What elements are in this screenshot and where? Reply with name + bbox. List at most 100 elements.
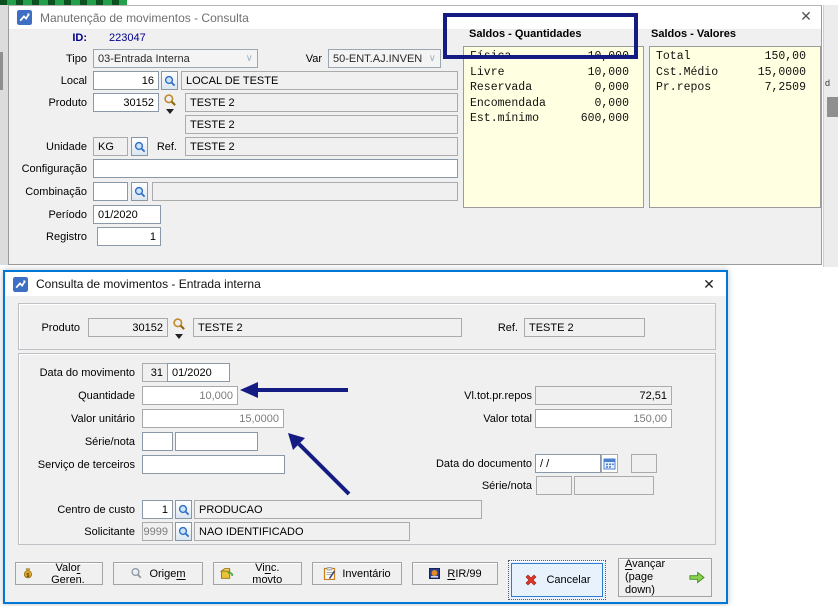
solicitante-label: Solicitante xyxy=(25,526,135,538)
button-label: Vinc. movto xyxy=(240,562,295,586)
solicitante-desc-field: NAO IDENTIFICADO xyxy=(194,522,410,541)
saldo-value: 0,000 xyxy=(594,80,629,96)
configuracao-label: Configuração xyxy=(9,163,87,175)
chevron-down-icon: ∨ xyxy=(429,53,436,64)
saldo-row: Pr.repos 7,2509 xyxy=(650,80,820,96)
ref-field: TESTE 2 xyxy=(524,318,645,337)
produto-label: Produto xyxy=(9,97,87,109)
serie2-field xyxy=(536,476,572,495)
tipo-value: 03-Entrada Interna xyxy=(98,53,190,65)
produto-dropdown-icon[interactable] xyxy=(166,109,174,114)
local-desc-field: LOCAL DE TESTE xyxy=(181,71,458,90)
serie-field[interactable] xyxy=(142,432,173,451)
search-icon xyxy=(172,317,186,331)
vinc-movto-button[interactable]: Vinc. movto xyxy=(213,562,302,585)
local-search-button[interactable] xyxy=(161,71,178,90)
combinacao-label: Combinação xyxy=(9,186,87,198)
produto-lookup-icon[interactable] xyxy=(172,317,186,334)
data-documento-calendar-button[interactable] xyxy=(601,454,618,473)
rir99-button[interactable]: RIR/99 xyxy=(412,562,498,585)
centro-custo-label: Centro de custo xyxy=(25,504,135,516)
search-icon xyxy=(134,186,146,198)
money-bag-icon: $ xyxy=(22,567,34,580)
saldo-label: Cst.Médio xyxy=(656,65,718,81)
combinacao-search-button[interactable] xyxy=(131,182,148,201)
vl-tot-pr-repos-label: Vl.tot.pr.repos xyxy=(422,390,532,402)
serie-nota2-label: Série/nota xyxy=(422,480,532,492)
registro-field[interactable]: 1 xyxy=(97,227,161,246)
var-label: Var xyxy=(264,53,322,65)
origem-button[interactable]: Origem xyxy=(113,562,203,585)
clipboard-icon xyxy=(323,567,336,580)
window-title: Manutenção de movimentos - Consulta xyxy=(40,11,249,25)
registro-label: Registro xyxy=(9,231,87,243)
saldo-row: Est.mínimo600,000 xyxy=(464,111,643,127)
cancelar-button[interactable]: Cancelar xyxy=(508,560,606,600)
valor-unitario-field[interactable]: 15,0000 xyxy=(142,409,284,428)
saldo-label: Física xyxy=(470,49,511,65)
produto-dropdown-icon[interactable] xyxy=(175,334,183,339)
window-title: Consulta de movimentos - Entrada interna xyxy=(36,277,261,291)
produto-lookup-icon[interactable] xyxy=(163,93,177,110)
button-label-2: (page down) xyxy=(625,571,681,597)
local-label: Local xyxy=(9,75,87,87)
button-label: Avançar xyxy=(625,558,681,571)
produto-label: Produto xyxy=(15,322,80,334)
close-icon[interactable]: ✕ xyxy=(797,9,815,23)
saldo-value: 7,2509 xyxy=(765,80,806,96)
background-app-right-edge xyxy=(823,5,838,267)
var-combobox[interactable]: 50-ENT.AJ.INVEN ∨ xyxy=(328,49,441,68)
produto-desc-field: TESTE 2 xyxy=(193,318,462,337)
valor-unitario-label: Valor unitário xyxy=(25,413,135,425)
window-consulta-movimentos: Consulta de movimentos - Entrada interna… xyxy=(3,270,728,604)
vl-tot-pr-repos-field: 72,51 xyxy=(535,386,672,405)
produto-desc-field: TESTE 2 xyxy=(185,93,458,112)
saldo-row: Encomendada0,000 xyxy=(464,96,643,112)
ref-label: Ref. xyxy=(119,141,177,153)
id-value: 223047 xyxy=(109,32,146,44)
search-icon xyxy=(178,504,190,516)
unidade-label: Unidade xyxy=(9,141,87,153)
solicitante-search-button[interactable] xyxy=(175,522,192,541)
button-label: RIR/99 xyxy=(447,568,481,580)
servico-terceiros-field[interactable] xyxy=(142,455,285,474)
avancar-button[interactable]: Avançar (page down) xyxy=(618,558,712,597)
saldo-value: 10,000 xyxy=(588,65,629,81)
saldo-label: Encomendada xyxy=(470,96,546,112)
centro-custo-search-button[interactable] xyxy=(175,500,192,519)
periodo-field[interactable]: 01/2020 xyxy=(93,205,161,224)
inventario-button[interactable]: Inventário xyxy=(312,562,402,585)
nota-field[interactable] xyxy=(175,432,258,451)
svg-text:$: $ xyxy=(26,573,29,579)
data-documento-extra-field xyxy=(631,454,657,473)
tipo-combobox[interactable]: 03-Entrada Interna ∨ xyxy=(93,49,258,68)
app-icon xyxy=(13,277,28,292)
button-label: Inventário xyxy=(342,568,390,580)
var-value: 50-ENT.AJ.INVEN xyxy=(333,53,422,65)
calendar-icon xyxy=(603,457,616,470)
produto-code-field: 30152 xyxy=(88,318,168,337)
local-code-field[interactable]: 16 xyxy=(93,71,159,90)
combinacao-code-field[interactable] xyxy=(93,182,128,201)
serie-nota-label: Série/nota xyxy=(25,436,135,448)
data-movimento-period-field[interactable]: 01/2020 xyxy=(167,363,230,382)
configuracao-field[interactable] xyxy=(93,159,458,178)
saldos-valores-title: Saldos - Valores xyxy=(651,28,736,40)
close-icon[interactable]: ✕ xyxy=(700,277,718,291)
valor-total-field[interactable]: 150,00 xyxy=(535,409,672,428)
centro-custo-code-field[interactable]: 1 xyxy=(142,500,173,519)
quantidade-label: Quantidade xyxy=(25,390,135,402)
solicitante-code-field: 9999 xyxy=(142,522,173,541)
saldo-value: 10,000 xyxy=(588,49,629,65)
saldo-value: 600,000 xyxy=(581,111,629,127)
background-app-left-handle xyxy=(0,52,3,90)
saldo-label: Pr.repos xyxy=(656,80,711,96)
data-documento-label: Data do documento xyxy=(422,458,532,470)
data-movimento-label: Data do movimento xyxy=(25,367,135,379)
produto-code-field[interactable]: 30152 xyxy=(93,93,159,112)
valor-geren-button[interactable]: $ Valor Geren. xyxy=(15,562,103,585)
quantidade-field[interactable]: 10,000 xyxy=(142,386,238,405)
servico-terceiros-label: Serviço de terceiros xyxy=(15,459,135,471)
saldo-label: Livre xyxy=(470,65,505,81)
data-documento-field[interactable]: / / xyxy=(535,454,601,473)
